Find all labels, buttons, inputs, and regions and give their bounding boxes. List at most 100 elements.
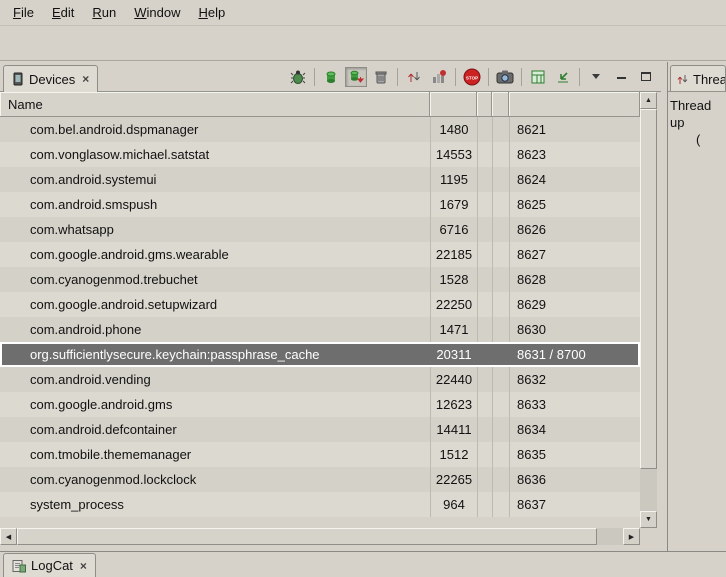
table-row[interactable]: com.whatsapp 6716 8626: [0, 217, 640, 242]
device-chip-icon: [12, 72, 24, 86]
column-header-name[interactable]: Name: [0, 92, 430, 117]
table-row[interactable]: com.android.vending 22440 8632: [0, 367, 640, 392]
table-row[interactable]: com.android.smspush 1679 8625: [0, 192, 640, 217]
table-row[interactable]: com.google.android.setupwizard 22250 862…: [0, 292, 640, 317]
systrace-icon[interactable]: [552, 67, 574, 87]
process-name: com.cyanogenmod.trebuchet: [30, 267, 198, 292]
vertical-scrollbar[interactable]: ▲ ▼: [640, 92, 657, 528]
threads-tabbar: Threads: [668, 62, 726, 92]
table-row[interactable]: com.google.android.gms 12623 8633: [0, 392, 640, 417]
stop-process-icon[interactable]: STOP: [461, 67, 483, 87]
view-menu-icon[interactable]: [585, 67, 607, 87]
menu-edit[interactable]: Edit: [43, 2, 83, 23]
tab-logcat[interactable]: LogCat ×: [3, 553, 96, 577]
toolbar-separator: [579, 68, 580, 86]
dump-hprof-icon[interactable]: [345, 67, 367, 87]
table-row-selected[interactable]: org.sufficientlysecure.keychain:passphra…: [0, 342, 640, 367]
bottom-tab-bar: LogCat ×: [0, 551, 726, 577]
menu-help[interactable]: Help: [189, 2, 234, 23]
table-row[interactable]: com.vonglasow.michael.satstat 14553 8623: [0, 142, 640, 167]
table-row[interactable]: com.cyanogenmod.trebuchet 1528 8628: [0, 267, 640, 292]
horizontal-scroll-thumb[interactable]: [17, 528, 597, 545]
toolbar-separator: [314, 68, 315, 86]
start-method-profiling-icon[interactable]: [428, 67, 450, 87]
table-row[interactable]: com.android.defcontainer 14411 8634: [0, 417, 640, 442]
threads-message: Thread up (: [668, 92, 726, 153]
scroll-left-button[interactable]: ◀: [0, 528, 17, 545]
process-port: 8632: [517, 367, 546, 392]
process-pid: 1679: [431, 192, 477, 217]
toolbar-separator: [488, 68, 489, 86]
scroll-down-button[interactable]: ▼: [640, 511, 657, 528]
process-pid: 22185: [431, 242, 477, 267]
maximize-icon[interactable]: [635, 67, 657, 87]
process-pid: 1528: [431, 267, 477, 292]
table-row[interactable]: system_process 964 8637: [0, 492, 640, 517]
devices-toolbar: STOP: [287, 62, 661, 92]
process-name: com.android.systemui: [30, 167, 156, 192]
process-port: 8637: [517, 492, 546, 517]
minimize-icon[interactable]: [610, 67, 632, 87]
menu-window[interactable]: Window: [125, 2, 189, 23]
process-port: 8631 / 8700: [517, 342, 586, 367]
threads-message-line2: (: [670, 131, 724, 148]
table-header: Name: [0, 92, 640, 117]
process-name: com.google.android.gms.wearable: [30, 242, 229, 267]
table-row[interactable]: com.tmobile.thememanager 1512 8635: [0, 442, 640, 467]
cause-gc-icon[interactable]: [370, 67, 392, 87]
process-port: 8623: [517, 142, 546, 167]
scroll-up-button[interactable]: ▲: [640, 92, 657, 109]
svg-text:STOP: STOP: [466, 75, 478, 80]
table-row[interactable]: com.google.android.gms.wearable 22185 86…: [0, 242, 640, 267]
debug-icon[interactable]: [287, 67, 309, 87]
process-name: com.bel.android.dspmanager: [30, 117, 198, 142]
tab-threads[interactable]: Threads: [670, 65, 726, 92]
vertical-scroll-thumb[interactable]: [640, 109, 657, 469]
process-port: 8633: [517, 392, 546, 417]
process-name: com.vonglasow.michael.satstat: [30, 142, 209, 167]
column-header-empty[interactable]: [492, 92, 509, 117]
table-row[interactable]: com.android.phone 1471 8630: [0, 317, 640, 342]
tab-threads-label: Threads: [693, 72, 726, 87]
menu-file[interactable]: File: [4, 2, 43, 23]
process-pid: 1480: [431, 117, 477, 142]
menu-run[interactable]: Run: [83, 2, 125, 23]
process-port: 8627: [517, 242, 546, 267]
process-port: 8621: [517, 117, 546, 142]
table-row[interactable]: com.cyanogenmod.lockclock 22265 8636: [0, 467, 640, 492]
horizontal-scrollbar[interactable]: ◀ ▶: [0, 528, 640, 545]
ui-hierarchy-icon[interactable]: [527, 67, 549, 87]
update-heap-icon[interactable]: [320, 67, 342, 87]
column-separator: [492, 117, 493, 517]
tab-logcat-label: LogCat: [31, 558, 73, 573]
process-table: com.bel.android.dspmanager 1480 8621 com…: [0, 117, 640, 517]
process-name: com.whatsapp: [30, 217, 114, 242]
column-header-pid[interactable]: [430, 92, 477, 117]
close-icon[interactable]: ×: [82, 72, 89, 86]
table-row[interactable]: com.android.systemui 1195 8624: [0, 167, 640, 192]
process-pid: 14411: [431, 417, 477, 442]
table-row[interactable]: com.bel.android.dspmanager 1480 8621: [0, 117, 640, 142]
process-port: 8635: [517, 442, 546, 467]
toolbar-separator: [455, 68, 456, 86]
process-name: system_process: [30, 492, 124, 517]
threads-icon: [676, 73, 689, 86]
process-port: 8630: [517, 317, 546, 342]
process-pid: 1471: [431, 317, 477, 342]
column-header-empty[interactable]: [477, 92, 492, 117]
process-pid: 14553: [431, 142, 477, 167]
threads-message-line1: Thread up: [670, 97, 724, 131]
process-name: com.android.defcontainer: [30, 417, 177, 442]
column-separator: [430, 117, 431, 517]
process-name: com.android.smspush: [30, 192, 157, 217]
process-name: org.sufficientlysecure.keychain:passphra…: [30, 342, 320, 367]
scroll-right-button[interactable]: ▶: [623, 528, 640, 545]
column-header-port[interactable]: [509, 92, 640, 117]
close-icon[interactable]: ×: [80, 559, 87, 573]
process-port: 8625: [517, 192, 546, 217]
column-separator: [477, 117, 478, 517]
update-threads-icon[interactable]: [403, 67, 425, 87]
screen-capture-icon[interactable]: [494, 67, 516, 87]
threads-panel: Threads Thread up (: [667, 62, 726, 551]
tab-devices[interactable]: Devices ×: [3, 65, 98, 92]
